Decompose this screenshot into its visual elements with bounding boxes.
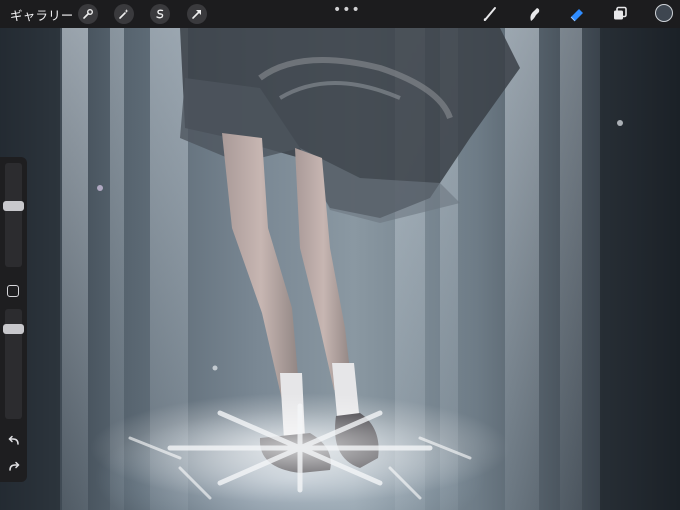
brush-size-slider[interactable] xyxy=(3,163,24,267)
opacity-slider[interactable] xyxy=(3,309,24,419)
magic-wand-icon xyxy=(119,9,129,19)
arrow-cursor-icon xyxy=(192,10,201,19)
undo-button[interactable] xyxy=(5,433,22,447)
brush-icon xyxy=(483,7,496,21)
redo-button[interactable] xyxy=(5,459,22,473)
smudge-tool-button[interactable] xyxy=(524,4,544,24)
selection-s-icon xyxy=(156,9,164,19)
gallery-button[interactable]: ギャラリー xyxy=(10,5,74,24)
eraser-tool-button[interactable] xyxy=(567,4,587,24)
undo-icon xyxy=(7,435,19,445)
wrench-icon xyxy=(83,9,93,19)
artwork-illustration xyxy=(0,28,680,510)
actions-button[interactable] xyxy=(78,4,98,24)
modify-button[interactable] xyxy=(7,285,19,297)
brush-tool-button[interactable] xyxy=(480,4,500,24)
brush-size-slider-thumb[interactable] xyxy=(3,201,24,211)
layers-button[interactable] xyxy=(610,4,630,24)
layers-icon xyxy=(614,6,627,20)
selection-button[interactable] xyxy=(150,4,170,24)
eraser-icon xyxy=(570,9,583,22)
transform-button[interactable] xyxy=(187,4,207,24)
drawing-canvas[interactable] xyxy=(0,28,680,510)
smudge-icon xyxy=(530,8,540,21)
opacity-slider-thumb[interactable] xyxy=(3,324,24,334)
redo-icon xyxy=(8,461,20,471)
left-sidebar xyxy=(0,157,27,482)
color-picker-button[interactable] xyxy=(655,4,673,22)
top-toolbar: ギャラリー ••• xyxy=(0,0,680,28)
adjustments-button[interactable] xyxy=(114,4,134,24)
more-options-button[interactable]: ••• xyxy=(333,2,361,18)
